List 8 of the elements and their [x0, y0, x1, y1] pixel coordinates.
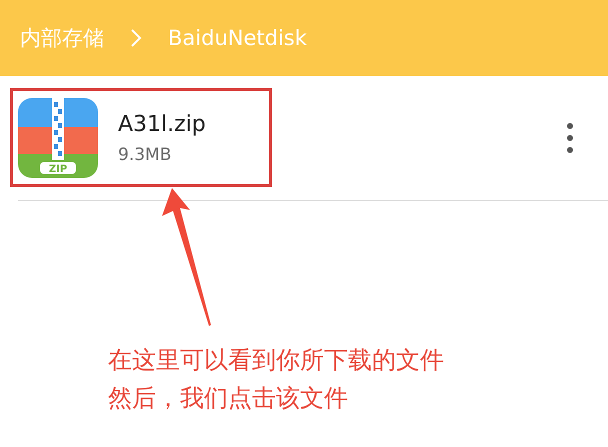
breadcrumb-item[interactable]: 内部存储 [20, 24, 104, 52]
chevron-icon [130, 28, 142, 48]
annotation-text: 在这里可以看到你所下载的文件 [108, 345, 445, 376]
more-options-icon[interactable] [566, 122, 574, 154]
file-size: 9.3MB [118, 144, 172, 164]
file-name[interactable]: A31l.zip [118, 112, 566, 136]
annotation-text: 然后，我们点击该文件 [108, 383, 349, 414]
breadcrumb-item[interactable]: BaiduNetdisk [168, 26, 307, 50]
